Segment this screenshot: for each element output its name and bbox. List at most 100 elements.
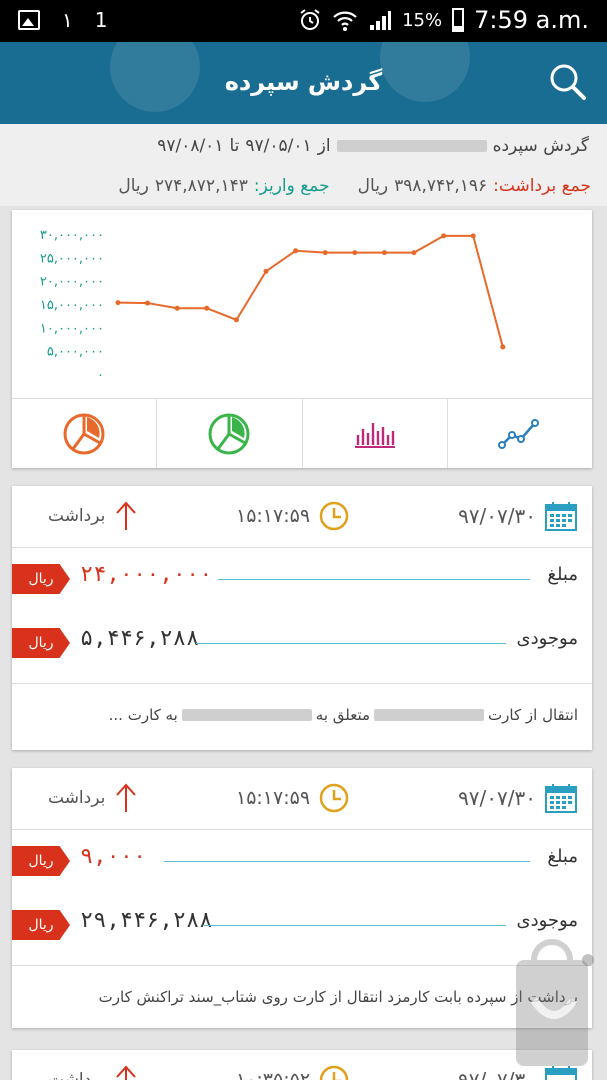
txn-type: برداشت xyxy=(48,1064,137,1080)
txn-time-text: ۱۵:۱۷:۵۹ xyxy=(236,787,311,809)
divider-line xyxy=(164,861,530,862)
amount-label: مبلغ xyxy=(547,564,578,585)
txn-description: انتقال از کارت متعلق به به کارت ... xyxy=(12,684,592,746)
txn-time: ۱۵:۱۷:۵۹ xyxy=(236,500,350,532)
txn-amount: ۹,۰۰۰ xyxy=(80,844,147,869)
to-word: تا xyxy=(229,136,240,156)
data-point xyxy=(204,305,210,311)
y-tick-label: ۵,۰۰۰,۰۰۰ xyxy=(47,345,104,360)
divider-line xyxy=(204,925,506,926)
balance-line-chart: ۳۰,۰۰۰,۰۰۰ ۲۵,۰۰۰,۰۰۰ ۲۰,۰۰۰,۰۰۰ ۱۵,۰۰۰,۰۰۰… xyxy=(40,228,506,383)
withdraw-label: جمع برداشت: xyxy=(493,176,591,196)
arrow-up-icon xyxy=(116,783,137,812)
currency-badge: ریال xyxy=(12,910,70,940)
battery-icon xyxy=(452,8,465,32)
txn-type-text: برداشت xyxy=(48,788,106,808)
calendar-icon xyxy=(545,784,577,813)
txn-balance: ۵,۴۴۶,۲۸۸ xyxy=(80,626,200,651)
y-tick-label: ۲۵,۰۰۰,۰۰۰ xyxy=(40,251,104,266)
from-date: ۹۷/۰۵/۰۱ xyxy=(245,136,312,156)
battery-percent: 15% xyxy=(402,9,443,31)
pie-chart-orange-icon xyxy=(63,413,105,454)
pie-chart-green-icon xyxy=(208,413,250,454)
y-tick-label: ۰ xyxy=(97,368,104,383)
chart-type-tabs xyxy=(12,398,592,468)
date-range: گردش سپرده از ۹۷/۰۵/۰۱ تا ۹۷/۰۸/۰۱ xyxy=(157,136,589,156)
y-tick-label: ۱۵,۰۰۰,۰۰۰ xyxy=(40,298,104,313)
txn-time: ۱۰:۳۵:۵۲ xyxy=(236,1064,350,1080)
desc-part-2: متعلق به xyxy=(315,706,371,724)
alarm-icon xyxy=(300,9,320,30)
clock-icon xyxy=(319,783,349,813)
data-point xyxy=(145,300,151,306)
page-title: گردش سپرده xyxy=(224,68,383,96)
to-date: ۹۷/۰۸/۰۱ xyxy=(157,136,224,156)
currency-badge: ریال xyxy=(12,564,70,594)
data-point xyxy=(381,250,387,256)
desc-part-1: انتقال از کارت xyxy=(488,706,578,724)
transaction-body: ریال ۲۴,۰۰۰,۰۰۰ مبلغ ریال ۵,۴۴۶,۲۸۸ موجو… xyxy=(12,548,592,684)
clock-icon xyxy=(319,501,349,531)
txn-time: ۱۵:۱۷:۵۹ xyxy=(236,782,350,814)
txn-date-text: ۹۷/۰۷/۳۰ xyxy=(458,786,536,810)
txn-date-text: ۹۷/۰۷/۳۰ xyxy=(458,504,536,528)
data-point xyxy=(233,317,239,323)
series-line xyxy=(117,234,504,348)
currency-badge: ریال xyxy=(12,628,70,658)
clock-icon xyxy=(319,1065,349,1080)
arrow-up-icon xyxy=(116,501,137,530)
store-watermark-logo xyxy=(516,939,594,1066)
notification-count-1: ١ xyxy=(62,8,73,32)
deposit-value: ۲۷۴,۸۷۲,۱۴۳ xyxy=(154,176,248,196)
notification-count-2: 1 xyxy=(94,8,108,32)
amount-label: مبلغ xyxy=(547,846,578,867)
gallery-notification-icon xyxy=(18,10,40,30)
txn-time-text: ۱۰:۳۵:۵۲ xyxy=(236,1069,311,1080)
balance-label: موجودی xyxy=(516,910,578,931)
amount-row: ریال ۹,۰۰۰ مبلغ xyxy=(12,844,592,878)
txn-type-text: برداشت xyxy=(48,506,106,526)
from-word: از xyxy=(317,136,331,156)
redacted-card xyxy=(374,709,485,721)
txn-type: برداشت xyxy=(48,500,137,532)
wifi-icon xyxy=(333,11,357,31)
chart-card: ۳۰,۰۰۰,۰۰۰ ۲۵,۰۰۰,۰۰۰ ۲۰,۰۰۰,۰۰۰ ۱۵,۰۰۰,۰۰۰… xyxy=(12,210,592,468)
y-tick-label: ۲۰,۰۰۰,۰۰۰ xyxy=(40,275,104,290)
transaction-card[interactable]: ۹۷/۰۷/۳۰ ۱۵:۱۷:۵۹ برداشت ریال ۲۴,۰۰۰,۰۰۰… xyxy=(12,486,592,750)
line-chart-icon xyxy=(497,418,539,449)
app-bar: گردش سپرده xyxy=(0,42,607,124)
deposit-label: جمع واریز: xyxy=(253,176,330,196)
balance-label: موجودی xyxy=(516,628,578,649)
signal-icon xyxy=(370,11,392,30)
search-icon[interactable] xyxy=(546,60,590,104)
balance-row: ریال ۵,۴۴۶,۲۸۸ موجودی xyxy=(12,626,592,660)
bar-chart-icon xyxy=(354,422,395,448)
arrow-up-icon xyxy=(116,1065,137,1080)
data-point xyxy=(263,268,269,274)
txn-date: ۹۷/۰۷/۳۰ xyxy=(458,500,578,532)
deposit-unit: ریال xyxy=(118,176,149,196)
tab-pie-green[interactable] xyxy=(157,399,303,468)
redacted-card xyxy=(181,709,312,721)
data-point xyxy=(174,305,180,311)
tab-line[interactable] xyxy=(448,399,592,468)
txn-amount: ۲۴,۰۰۰,۰۰۰ xyxy=(80,562,213,587)
txn-time-text: ۱۵:۱۷:۵۹ xyxy=(236,505,311,527)
data-point xyxy=(293,248,299,254)
data-point xyxy=(352,250,358,256)
txn-type-text: برداشت xyxy=(48,1070,106,1080)
data-point xyxy=(411,250,417,256)
divider-line xyxy=(218,579,530,580)
status-bar: ١ 1 15% 7:59 a.m. xyxy=(0,0,607,42)
data-point xyxy=(441,233,447,239)
transaction-header: ۹۷/۰۷/۳۰ ۱۵:۱۷:۵۹ برداشت xyxy=(12,768,592,830)
data-point xyxy=(115,300,121,306)
desc-part-3: به کارت ... xyxy=(108,706,178,724)
tab-pie-orange[interactable] xyxy=(12,399,158,468)
summary-panel: گردش سپرده از ۹۷/۰۵/۰۱ تا ۹۷/۰۸/۰۱ جمع ب… xyxy=(0,124,607,206)
data-point xyxy=(470,233,476,239)
tab-bar[interactable] xyxy=(303,399,448,468)
redacted-account xyxy=(336,140,487,152)
txn-date: ۹۷/۰۷/۳۰ xyxy=(458,782,578,814)
calendar-icon xyxy=(545,502,577,531)
